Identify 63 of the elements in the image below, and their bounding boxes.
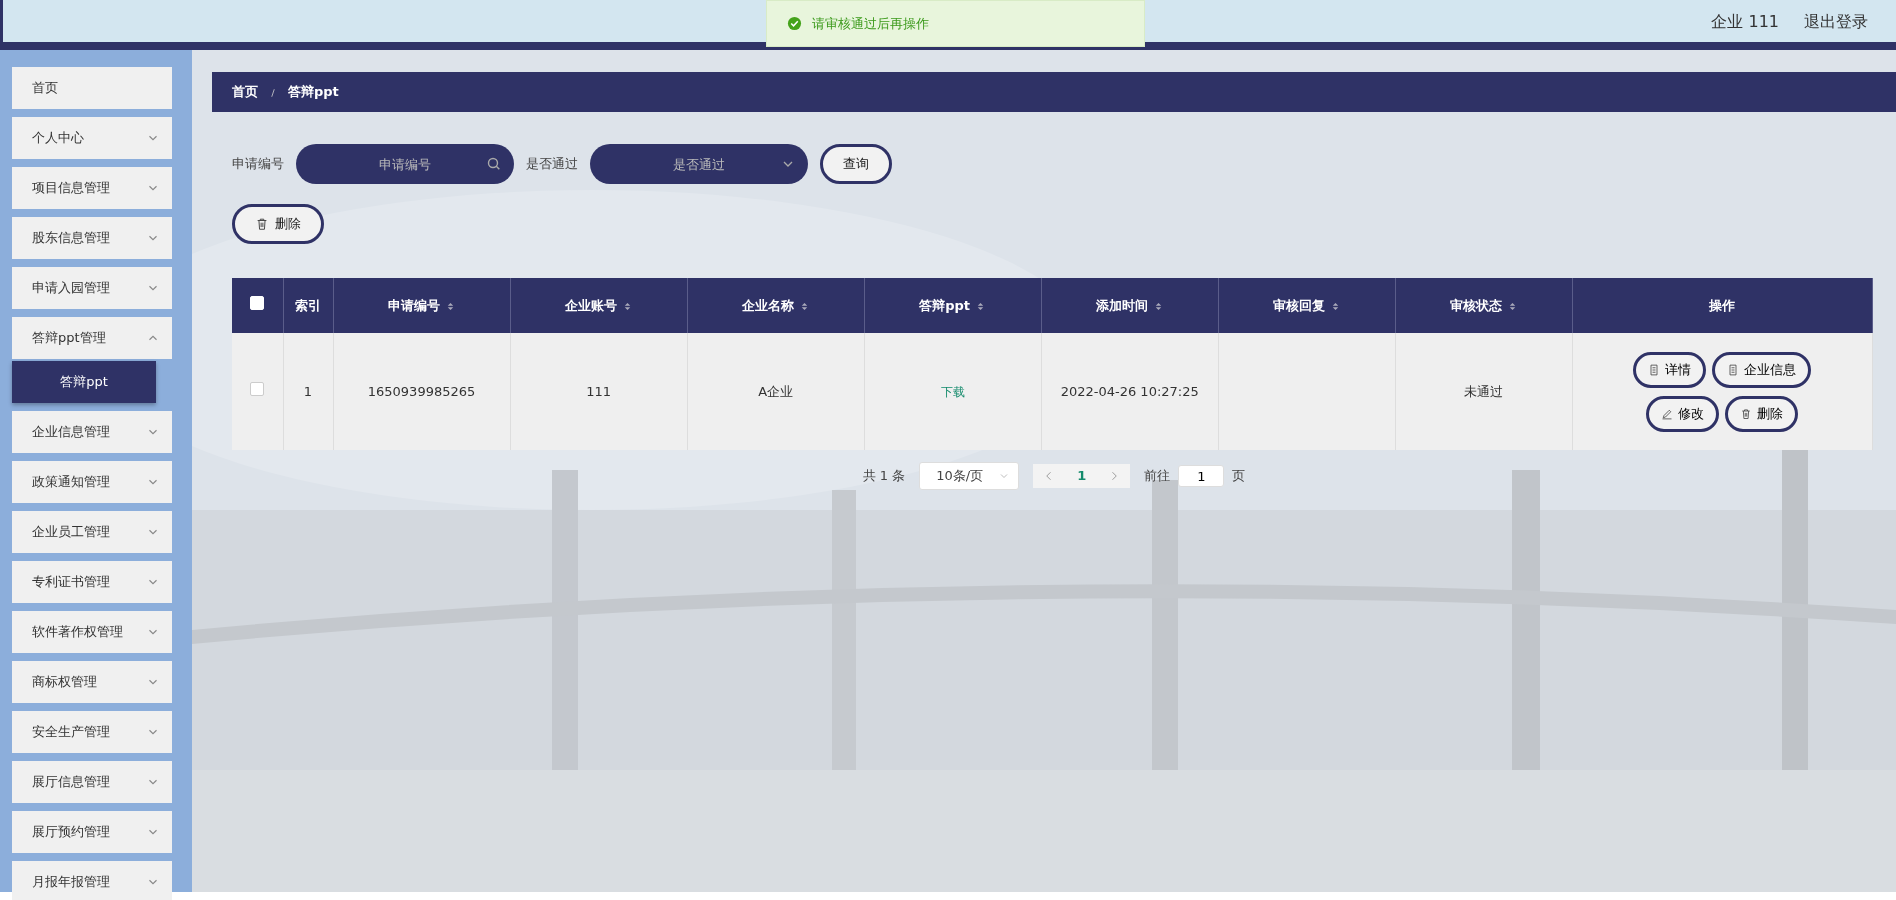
logout-link[interactable]: 退出登录	[1804, 10, 1868, 34]
select-all-checkbox[interactable]	[250, 295, 265, 310]
goto-label: 前往	[1144, 467, 1171, 486]
toast-text: 请审核通过后再操作	[812, 14, 929, 33]
sidebar-item[interactable]: 企业员工管理	[12, 511, 172, 553]
column-header[interactable]: 企业名称	[741, 297, 794, 313]
detail-button[interactable]: 详情	[1633, 351, 1707, 388]
total-count: 共 1 条	[862, 467, 906, 486]
row-checkbox[interactable]	[250, 381, 265, 396]
delete-button[interactable]: 删除	[1725, 395, 1799, 432]
select-field[interactable]: 是否通过	[590, 144, 808, 184]
detail-button[interactable]: 企业信息	[1712, 351, 1812, 388]
breadcrumb-item[interactable]: 首页	[232, 82, 258, 102]
column-header[interactable]: 添加时间	[1095, 297, 1148, 313]
table-cell: 1	[303, 383, 313, 399]
field-label: 申请编号	[232, 155, 284, 174]
table-cell: 未通过	[1464, 383, 1504, 399]
sidebar-item[interactable]: 展厅预约管理	[12, 811, 172, 853]
document-icon	[1727, 363, 1740, 376]
sidebar-item[interactable]: 首页	[12, 67, 172, 109]
sidebar-item[interactable]: 商标权管理	[12, 661, 172, 703]
column-header: 索引	[295, 297, 321, 313]
column-header[interactable]: 企业账号	[564, 297, 617, 313]
table-cell: 2022-04-26 10:27:25	[1060, 383, 1199, 399]
table-cell: 1650939985265	[367, 383, 476, 399]
column-header[interactable]: 答辩ppt	[919, 297, 971, 313]
search-icon	[486, 156, 502, 172]
search-field[interactable]: 申请编号	[296, 144, 514, 184]
sidebar-item[interactable]: 政策通知管理	[12, 461, 172, 503]
sidebar-item[interactable]: 软件著作权管理	[12, 611, 172, 653]
column-header[interactable]: 审核状态	[1449, 297, 1502, 313]
table-cell: A企业	[758, 383, 794, 399]
success-icon	[787, 16, 802, 31]
delete-button[interactable]: 删除	[232, 204, 324, 244]
column-header: 操作	[1709, 297, 1736, 313]
page-input[interactable]: 1	[1178, 465, 1225, 487]
sidebar-item[interactable]: 项目信息管理	[12, 167, 172, 209]
sidebar-item[interactable]: 答辩ppt管理	[12, 317, 172, 359]
sidebar-item[interactable]: 申请入园管理	[12, 267, 172, 309]
breadcrumb-item: 答辩ppt	[288, 83, 339, 102]
pencil-icon	[1661, 407, 1674, 420]
download-link[interactable]: 下载	[940, 384, 965, 399]
edit-button[interactable]: 修改	[1646, 395, 1720, 432]
trash-icon	[1740, 407, 1753, 420]
page-size-select[interactable]: 10条/页	[919, 462, 1020, 490]
user-name: 企业 111	[1711, 11, 1779, 33]
field-label: 是否通过	[526, 155, 578, 174]
sidebar-item[interactable]: 个人中心	[12, 117, 172, 159]
column-header[interactable]: 申请编号	[387, 297, 440, 313]
sidebar-item[interactable]: 月报年报管理	[12, 861, 172, 900]
sidebar-item[interactable]: 专利证书管理	[12, 561, 172, 603]
trash-icon	[255, 217, 269, 231]
page-suffix: 页	[1232, 467, 1246, 486]
sidebar-item[interactable]: 股东信息管理	[12, 217, 172, 259]
sidebar-item[interactable]: 企业信息管理	[12, 411, 172, 453]
sidebar-item[interactable]: 展厅信息管理	[12, 761, 172, 803]
column-header[interactable]: 审核回复	[1272, 297, 1325, 313]
sidebar-subitem[interactable]: 答辩ppt	[12, 361, 156, 403]
table-cell: 111	[586, 383, 611, 399]
sidebar-item[interactable]: 安全生产管理	[12, 711, 172, 753]
document-icon	[1648, 363, 1661, 376]
page-number[interactable]: 1	[1077, 466, 1087, 486]
query-button[interactable]: 查询	[820, 144, 892, 184]
